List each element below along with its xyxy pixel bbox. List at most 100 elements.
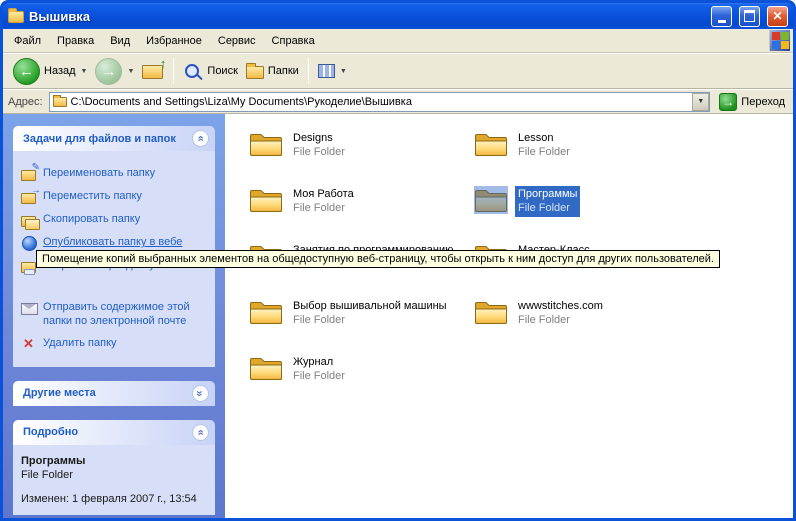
file-name: Designs: [293, 131, 345, 145]
details-panel: Подробно Программы File Folder Изменен: …: [13, 420, 215, 515]
file-tile[interactable]: Lesson File Folder: [474, 130, 689, 186]
file-type: File Folder: [293, 201, 354, 215]
collapse-chevron-icon[interactable]: [192, 424, 209, 441]
task-pane: Задачи для файлов и папок Переименовать …: [3, 114, 225, 518]
title-bar: Вышивка: [3, 3, 793, 29]
search-label: Поиск: [207, 65, 237, 77]
menu-item[interactable]: Справка: [264, 31, 323, 51]
file-folder-tasks-header[interactable]: Задачи для файлов и папок: [13, 126, 215, 151]
rename-folder-icon: [21, 166, 38, 182]
address-field[interactable]: [49, 92, 711, 112]
folders-label: Папки: [268, 65, 299, 77]
views-dropdown-icon[interactable]: ▼: [340, 68, 347, 75]
copy-folder-icon: [21, 212, 38, 228]
file-type: File Folder: [293, 145, 345, 159]
address-label: Адрес:: [8, 96, 43, 108]
file-name: wwwstitches.com: [518, 299, 603, 313]
address-bar: Адрес: Переход: [3, 89, 793, 114]
up-button[interactable]: [138, 61, 168, 81]
folder-icon: [474, 186, 508, 214]
file-name: Журнал: [293, 355, 345, 369]
minimize-button[interactable]: [711, 6, 732, 27]
toolbar: Назад ▼ ▼ Поиск Папки ▼: [3, 53, 793, 89]
menu-items: ФайлПравкаВидИзбранноеСервисСправка: [6, 31, 323, 51]
views-icon: [318, 64, 335, 78]
collapse-chevron-icon[interactable]: [192, 130, 209, 147]
file-name: Моя Работа: [293, 187, 354, 201]
task-item[interactable]: Отправить содержимое этой папки по элект…: [21, 300, 207, 329]
task-item[interactable]: Переместить папку: [21, 189, 207, 205]
address-dropdown-button[interactable]: [692, 93, 709, 111]
go-arrow-icon: [719, 93, 737, 111]
delete-icon: [21, 336, 38, 352]
file-type: File Folder: [518, 201, 577, 215]
tooltip: Помещение копий выбранных элементов на о…: [36, 250, 720, 268]
maximize-button[interactable]: [739, 6, 760, 27]
address-input[interactable]: [71, 96, 689, 108]
forward-icon: [95, 58, 122, 85]
file-tile[interactable]: Designs File Folder: [249, 130, 464, 186]
back-icon: [13, 58, 40, 85]
search-icon: [185, 64, 199, 78]
publish-web-icon: [21, 235, 38, 251]
folder-icon: [8, 11, 24, 23]
back-button[interactable]: Назад ▼: [9, 56, 91, 87]
window-title: Вышивка: [29, 9, 704, 24]
file-tile[interactable]: Журнал File Folder: [249, 354, 464, 410]
task-item[interactable]: Скопировать папку: [21, 212, 207, 228]
menu-bar: ФайлПравкаВидИзбранноеСервисСправка: [3, 29, 793, 53]
folder-up-icon: [142, 63, 164, 79]
folder-icon: [474, 130, 508, 158]
file-type: File Folder: [293, 369, 345, 383]
folder-icon: [249, 130, 283, 158]
file-list-area: Designs File Folder Lesson File Folder: [225, 114, 793, 518]
file-list: Designs File Folder Lesson File Folder: [249, 130, 793, 410]
expand-chevron-icon[interactable]: [192, 385, 209, 402]
windows-logo-icon: [769, 30, 790, 51]
explorer-window: Вышивка ФайлПравкаВидИзбранноеСервисСпра…: [0, 0, 796, 521]
menu-item[interactable]: Файл: [6, 31, 49, 51]
search-button[interactable]: Поиск: [179, 60, 241, 82]
file-tile[interactable]: Программы File Folder: [474, 186, 689, 242]
folders-button[interactable]: Папки: [242, 61, 303, 81]
folder-icon: [249, 186, 283, 214]
details-item-type: File Folder: [21, 469, 207, 481]
menu-item[interactable]: Правка: [49, 31, 102, 51]
menu-item[interactable]: Сервис: [210, 31, 264, 51]
main-area: Задачи для файлов и папок Переименовать …: [3, 114, 793, 518]
email-icon: [21, 300, 38, 316]
file-folder-tasks-panel: Задачи для файлов и папок Переименовать …: [13, 126, 215, 367]
file-type: File Folder: [518, 313, 603, 327]
file-name: Программы: [518, 187, 577, 201]
menu-item[interactable]: Избранное: [138, 31, 210, 51]
file-tile[interactable]: Выбор вышивальной машины File Folder: [249, 298, 464, 354]
go-button[interactable]: Переход: [716, 92, 788, 112]
details-item-name: Программы: [21, 455, 207, 467]
folder-icon: [249, 298, 283, 326]
close-button[interactable]: [767, 6, 788, 27]
move-folder-icon: [21, 189, 38, 205]
forward-button[interactable]: ▼: [91, 56, 138, 87]
views-button[interactable]: ▼: [314, 62, 351, 80]
task-item[interactable]: Переименовать папку: [21, 166, 207, 182]
task-item[interactable]: Удалить папку: [21, 336, 207, 352]
panel-title: Подробно: [23, 426, 78, 438]
details-item-modified: Изменен: 1 февраля 2007 г., 13:54: [21, 493, 207, 505]
panel-title: Другие места: [23, 387, 96, 399]
file-tile[interactable]: Моя Работа File Folder: [249, 186, 464, 242]
other-places-header[interactable]: Другие места: [13, 381, 215, 406]
toolbar-separator: [173, 58, 174, 84]
task-item[interactable]: Опубликовать папку в вебе: [21, 235, 207, 251]
details-body: Программы File Folder Изменен: 1 февраля…: [13, 445, 215, 515]
back-dropdown-icon[interactable]: ▼: [81, 68, 88, 75]
file-tile[interactable]: wwwstitches.com File Folder: [474, 298, 689, 354]
file-name: Выбор вышивальной машины: [293, 299, 447, 313]
menu-item[interactable]: Вид: [102, 31, 138, 51]
forward-dropdown-icon[interactable]: ▼: [127, 68, 134, 75]
panel-title: Задачи для файлов и папок: [23, 133, 176, 145]
folder-icon: [474, 298, 508, 326]
address-folder-icon: [53, 97, 67, 107]
other-places-panel: Другие места: [13, 381, 215, 406]
file-name: Lesson: [518, 131, 570, 145]
details-header[interactable]: Подробно: [13, 420, 215, 445]
